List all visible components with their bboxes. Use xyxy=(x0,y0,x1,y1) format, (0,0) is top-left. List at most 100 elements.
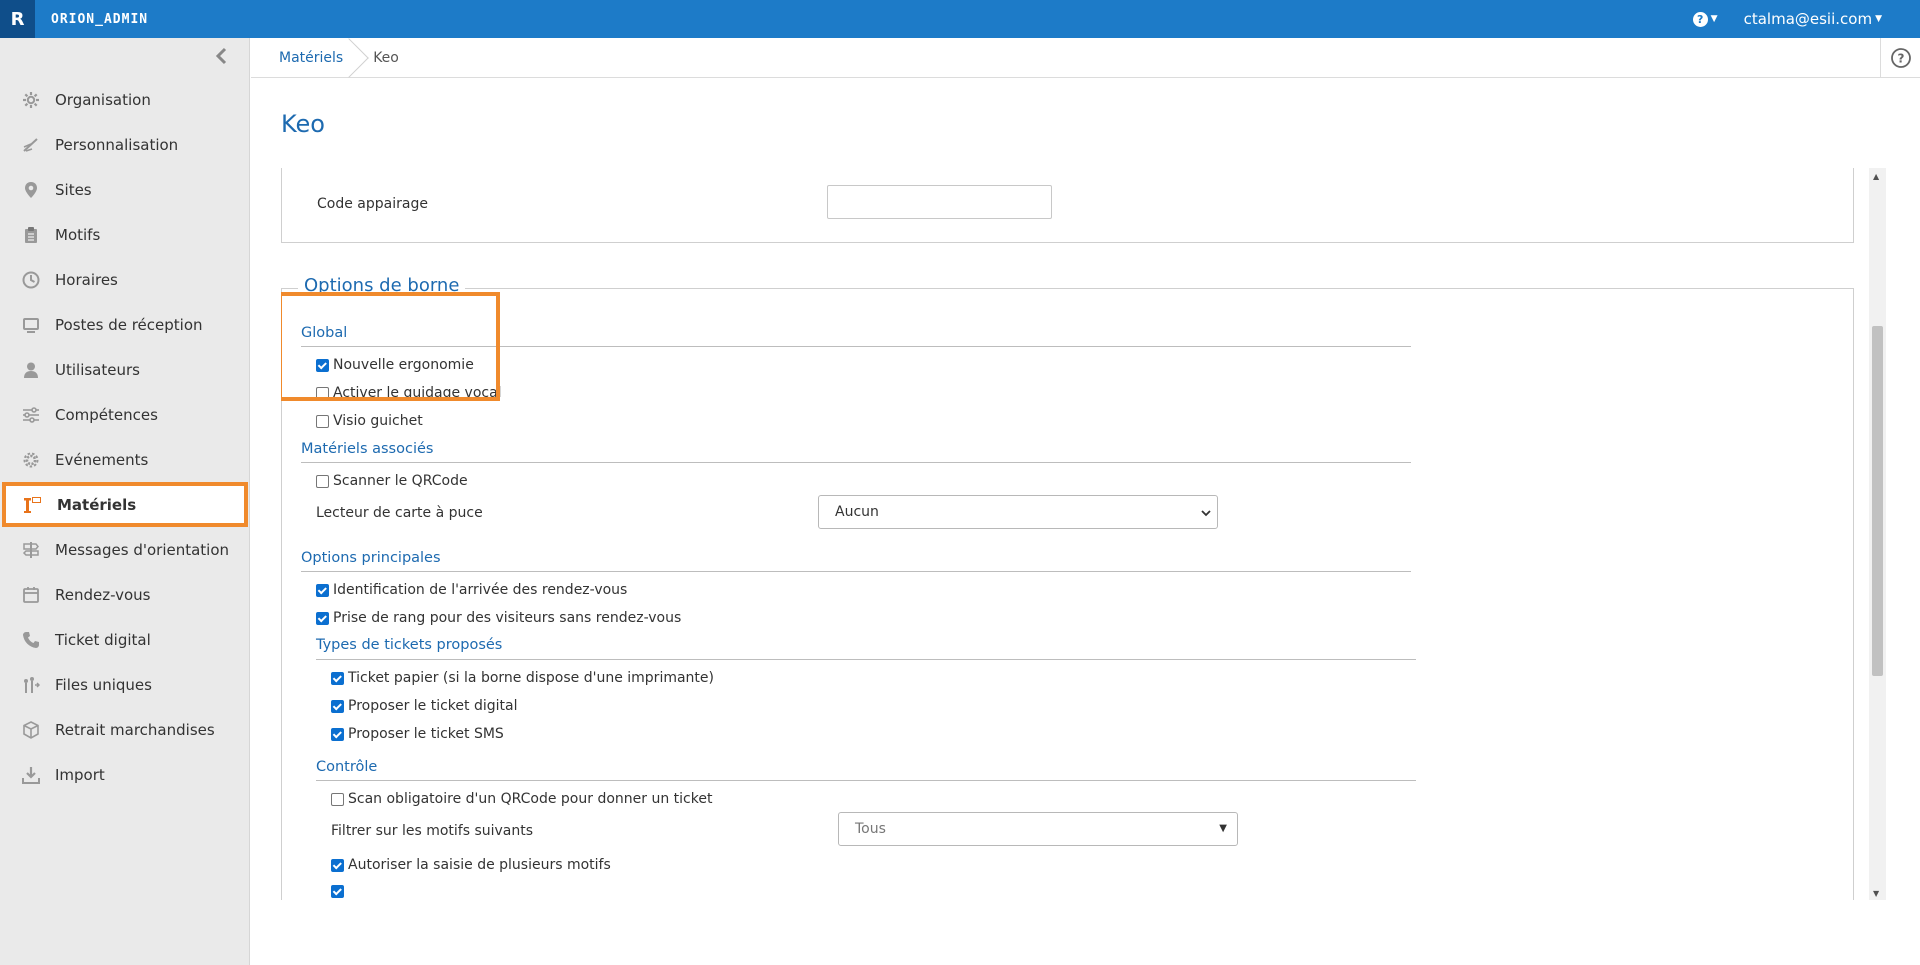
sidebar-item-rendez-vous[interactable]: Rendez-vous xyxy=(0,572,249,617)
sidebar-item-utilisateurs[interactable]: Utilisateurs xyxy=(0,347,249,392)
sidebar-item-label: Personnalisation xyxy=(55,135,179,154)
sidebar-item-label: Horaires xyxy=(55,270,118,289)
sidebar-item-label: Evénements xyxy=(55,450,149,469)
visio-guichet-checkbox[interactable]: Visio guichet xyxy=(316,413,423,429)
autoriser-plusieurs-checkbox[interactable]: Autoriser la saisie de plusieurs motifs xyxy=(331,857,611,873)
app-title[interactable]: ORION_ADMIN xyxy=(51,12,148,27)
sidebar-item-import[interactable]: Import xyxy=(0,752,249,797)
sidebar-item-label: Compétences xyxy=(55,405,158,424)
sidebar-item-label: Rendez-vous xyxy=(55,585,151,604)
sidebar-item-label: Motifs xyxy=(55,225,101,244)
form-scrollbar[interactable]: ▲ ▼ xyxy=(1869,168,1886,900)
map-pin-icon xyxy=(20,179,42,201)
code-appairage-input[interactable] xyxy=(827,185,1052,219)
brush-icon xyxy=(20,134,42,156)
sidebar-item-files-uniques[interactable]: Files uniques xyxy=(0,662,249,707)
identification-checkbox[interactable]: Identification de l'arrivée des rendez-v… xyxy=(316,582,627,598)
sidebar-item-retrait-marchandises[interactable]: Retrait marchandises xyxy=(0,707,249,752)
sidebar-item-ticket-digital[interactable]: Ticket digital xyxy=(0,617,249,662)
top-right-menu: ? ▼ ctalma@esii.com ▼ xyxy=(1692,0,1882,38)
clock-icon xyxy=(20,269,42,291)
scan-obligatoire-label: Scan obligatoire d'un QRCode pour donner… xyxy=(348,791,713,807)
help-dropdown[interactable]: ? ▼ xyxy=(1692,11,1718,27)
sidebar-item-messages-d-orientation[interactable]: Messages d'orientation xyxy=(0,527,249,572)
scroll-up-arrow-icon[interactable]: ▲ xyxy=(1873,172,1879,181)
kiosk-icon xyxy=(22,494,44,516)
help-circle-icon: ? xyxy=(1890,48,1911,68)
sidebar-item-evénements[interactable]: Evénements xyxy=(0,437,249,482)
chevron-left-icon[interactable] xyxy=(213,47,231,65)
scroll-down-arrow-icon[interactable]: ▼ xyxy=(1873,889,1879,898)
user-dropdown[interactable]: ctalma@esii.com ▼ xyxy=(1744,10,1882,28)
checkbox-unchecked[interactable] xyxy=(316,414,329,428)
question-circle-icon: ? xyxy=(1692,11,1708,27)
controle-section-title: Contrôle xyxy=(316,759,378,775)
checkbox-checked[interactable] xyxy=(316,611,329,625)
prise-rang-label: Prise de rang pour des visiteurs sans re… xyxy=(333,610,682,626)
ticket-papier-label: Ticket papier (si la borne dispose d'une… xyxy=(348,670,714,686)
scrollbar-thumb[interactable] xyxy=(1872,326,1883,676)
sidebar-item-label: Import xyxy=(55,765,105,784)
checkbox-checked[interactable] xyxy=(331,699,344,713)
materiels-section-title: Matériels associés xyxy=(301,441,434,457)
caret-down-icon: ▼ xyxy=(1219,823,1227,834)
prise-rang-checkbox[interactable]: Prise de rang pour des visiteurs sans re… xyxy=(316,610,681,626)
page-title: Keo xyxy=(281,110,325,138)
identification-label: Identification de l'arrivée des rendez-v… xyxy=(333,582,628,598)
sidebar-item-label: Ticket digital xyxy=(55,630,151,649)
filtrer-motifs-select[interactable]: Tous ▼ xyxy=(838,812,1238,846)
sidebar-item-label: Retrait marchandises xyxy=(55,720,215,739)
app-logo[interactable]: R xyxy=(0,0,35,38)
lecteur-carte-select[interactable]: Aucun xyxy=(818,495,1218,529)
ticket-papier-checkbox[interactable]: Ticket papier (si la borne dispose d'une… xyxy=(331,670,714,686)
partially-hidden-checkbox[interactable] xyxy=(331,885,348,898)
sidebar-item-matériels[interactable]: Matériels xyxy=(2,482,248,527)
phone-icon xyxy=(20,629,42,651)
checkbox-checked[interactable] xyxy=(316,583,329,597)
checkbox-checked[interactable] xyxy=(331,858,344,872)
materiels-divider xyxy=(301,462,1411,463)
ticket-digital-checkbox[interactable]: Proposer le ticket digital xyxy=(331,698,517,714)
sidebar-item-horaires[interactable]: Horaires xyxy=(0,257,249,302)
checkbox-checked[interactable] xyxy=(331,671,344,685)
sidebar-item-label: Matériels xyxy=(57,495,137,514)
highlight-nouvelle-ergonomie xyxy=(281,292,500,401)
filtrer-motifs-label: Filtrer sur les motifs suivants xyxy=(331,823,534,839)
svg-text:?: ? xyxy=(1897,52,1904,66)
box-icon xyxy=(20,719,42,741)
sidebar-item-sites[interactable]: Sites xyxy=(0,167,249,212)
principales-divider xyxy=(301,571,1411,572)
checkbox-unchecked[interactable] xyxy=(316,474,329,488)
sliders-icon xyxy=(20,404,42,426)
visio-guichet-label: Visio guichet xyxy=(333,413,423,429)
page-help-button[interactable]: ? xyxy=(1880,38,1920,78)
sidebar-item-motifs[interactable]: Motifs xyxy=(0,212,249,257)
sidebar-item-organisation[interactable]: Organisation xyxy=(0,77,249,122)
lecteur-carte-value: Aucun xyxy=(835,504,879,520)
sidebar-item-compétences[interactable]: Compétences xyxy=(0,392,249,437)
gear-icon xyxy=(20,89,42,111)
calendar-icon xyxy=(20,584,42,606)
checkbox-checked[interactable] xyxy=(331,885,344,898)
sidebar-item-personnalisation[interactable]: Personnalisation xyxy=(0,122,249,167)
caret-down-icon: ▼ xyxy=(1710,14,1718,24)
sidebar-nav: Organisation Personnalisation Sites Motifs H… xyxy=(0,77,249,797)
clipboard-icon xyxy=(20,224,42,246)
download-icon xyxy=(20,764,42,786)
types-tickets-title: Types de tickets proposés xyxy=(316,637,503,653)
sidebar-item-label: Sites xyxy=(55,180,92,199)
breadcrumb-parent[interactable]: Matériels xyxy=(251,38,355,78)
scanner-qr-label: Scanner le QRCode xyxy=(333,473,468,489)
sidebar-item-postes-de-réception[interactable]: Postes de réception xyxy=(0,302,249,347)
ticket-digital-label: Proposer le ticket digital xyxy=(348,698,518,714)
sidebar: Organisation Personnalisation Sites Motifs H… xyxy=(0,38,250,965)
sidebar-item-label: Files uniques xyxy=(55,675,152,694)
scan-obligatoire-checkbox[interactable]: Scan obligatoire d'un QRCode pour donner… xyxy=(331,791,712,807)
checkbox-checked[interactable] xyxy=(331,727,344,741)
user-icon xyxy=(20,359,42,381)
lecteur-carte-label: Lecteur de carte à puce xyxy=(316,505,483,521)
checkbox-unchecked[interactable] xyxy=(331,792,344,806)
scanner-qr-checkbox[interactable]: Scanner le QRCode xyxy=(316,473,468,489)
ticket-sms-checkbox[interactable]: Proposer le ticket SMS xyxy=(331,726,504,742)
top-bar: R ORION_ADMIN ? ▼ ctalma@esii.com ▼ xyxy=(0,0,1920,38)
